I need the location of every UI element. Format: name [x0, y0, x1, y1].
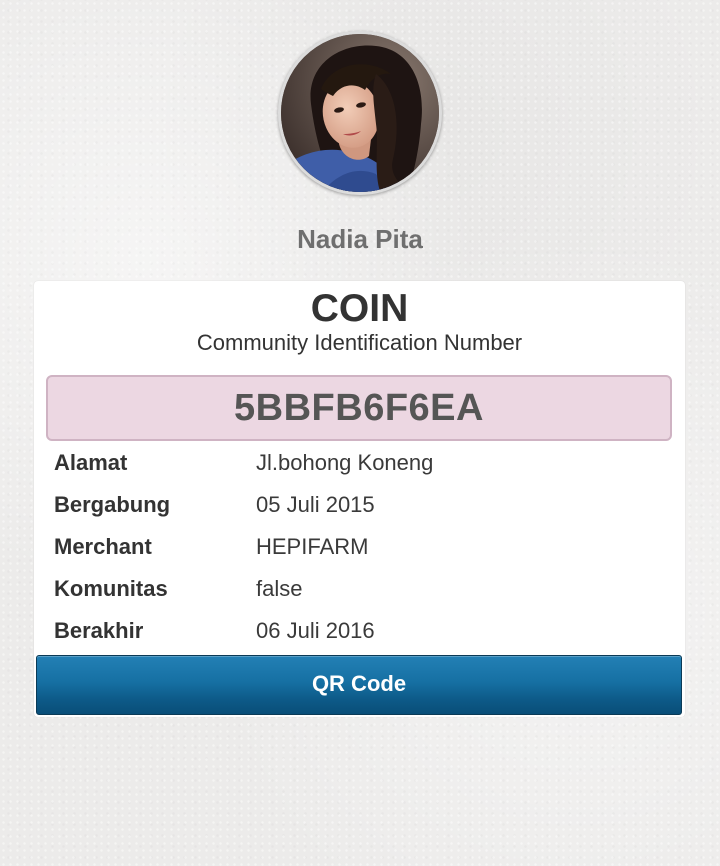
- profile-avatar: [278, 31, 442, 195]
- detail-label: Alamat: [54, 450, 128, 475]
- detail-row-komunitas: Komunitas false: [54, 574, 674, 604]
- detail-row-bergabung: Bergabung 05 Juli 2015: [54, 490, 674, 520]
- detail-value: 06 Juli 2016: [256, 618, 375, 643]
- detail-label: Berakhir: [54, 618, 144, 643]
- user-photo-icon: [281, 34, 439, 192]
- detail-value: false: [256, 576, 303, 601]
- detail-value: 05 Juli 2015: [256, 492, 375, 517]
- coin-card: COIN Community Identification Number 5BB…: [34, 281, 685, 717]
- detail-label: Merchant: [54, 534, 152, 559]
- user-name: Nadia Pita: [297, 224, 423, 254]
- card-title: COIN: [310, 287, 409, 330]
- qr-code-button[interactable]: QR Code: [36, 655, 682, 715]
- detail-label: Komunitas: [54, 576, 168, 601]
- detail-label: Bergabung: [54, 492, 171, 517]
- detail-value: Jl.bohong Koneng: [256, 450, 434, 475]
- detail-row-berakhir: Berakhir 06 Juli 2016: [54, 616, 674, 646]
- detail-value: HEPIFARM: [256, 534, 369, 559]
- detail-row-merchant: Merchant HEPIFARM: [54, 532, 674, 562]
- coin-number: 5BBFB6F6EA: [46, 375, 672, 441]
- detail-row-alamat: Alamat Jl.bohong Koneng: [54, 448, 674, 478]
- card-subtitle: Community Identification Number: [196, 330, 523, 355]
